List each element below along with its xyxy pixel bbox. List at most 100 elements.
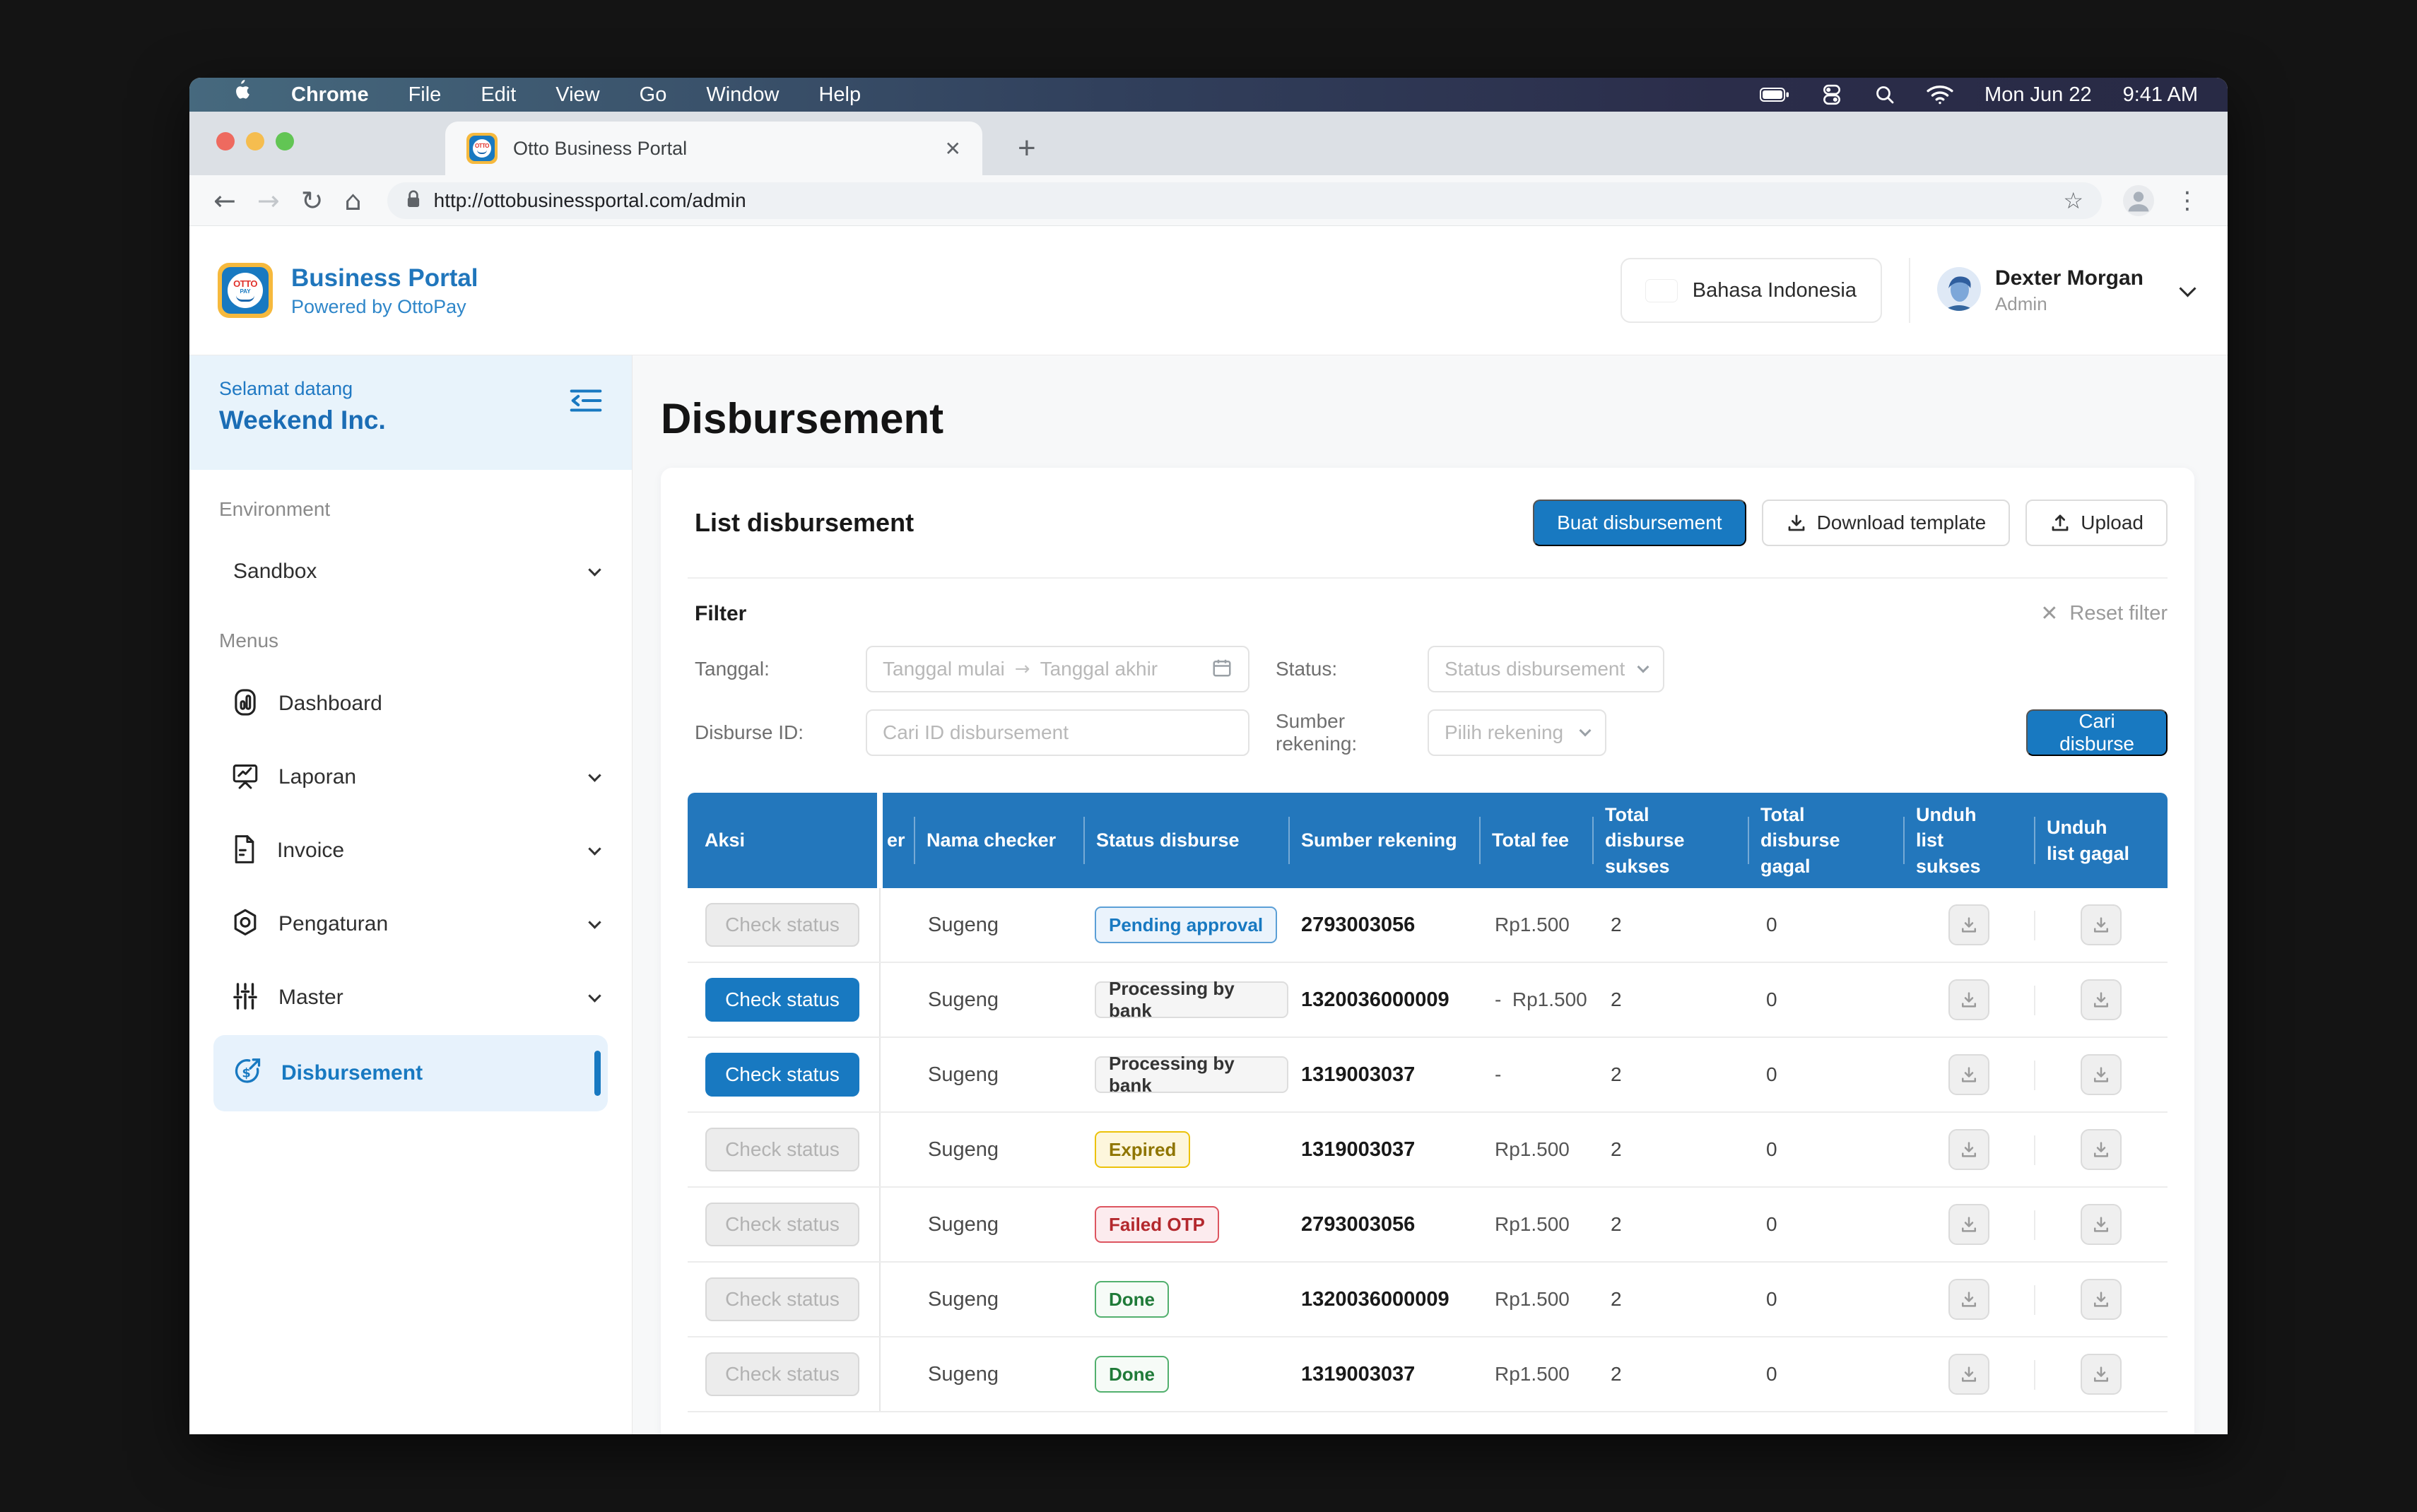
- new-tab-button[interactable]: +: [1018, 133, 1036, 164]
- column-header-total-fee: Total fee: [1479, 793, 1592, 888]
- environment-select[interactable]: Sandbox: [189, 550, 632, 593]
- filter-title: Filter: [695, 602, 746, 626]
- control-center-icon[interactable]: [1821, 83, 1843, 106]
- status-badge: Done: [1095, 1356, 1169, 1393]
- check-status-button[interactable]: Check status: [705, 1277, 859, 1321]
- bookmark-star-icon[interactable]: ☆: [2063, 187, 2083, 214]
- unduh-list-sukses-button[interactable]: [1948, 1279, 1989, 1320]
- download-icon: [1958, 989, 1980, 1010]
- column-header-status-disburse: Status disburse: [1083, 793, 1288, 888]
- sidebar-item-pengaturan[interactable]: Pengaturan: [189, 902, 632, 946]
- browser-tab[interactable]: OTTO Otto Business Portal ✕: [445, 122, 982, 175]
- total-fee-cell: - Rp1.500: [1479, 963, 1592, 1036]
- column-header-nama-checker: Nama checker: [914, 793, 1083, 888]
- menubar-item-help[interactable]: Help: [818, 83, 861, 107]
- maximize-window-button[interactable]: [276, 132, 294, 150]
- table-row: Check status Sugeng Failed OTP 279300305…: [688, 1188, 2168, 1263]
- menubar-date[interactable]: Mon Jun 22: [1984, 83, 2092, 107]
- status-badge: Processing by bank: [1095, 1056, 1288, 1093]
- unduh-list-sukses-button[interactable]: [1948, 979, 1989, 1020]
- close-window-button[interactable]: [216, 132, 235, 150]
- check-status-button[interactable]: Check status: [705, 1128, 859, 1171]
- sidebar-item-disbursement[interactable]: $ Disbursement: [213, 1035, 608, 1111]
- upload-button[interactable]: Upload: [2025, 500, 2168, 546]
- apple-icon[interactable]: [230, 80, 252, 110]
- brand: OTTOPAY Business Portal Powered by OttoP…: [218, 263, 478, 319]
- column-header-total-gagal: Total disburse gagal: [1748, 793, 1903, 888]
- status-select[interactable]: Status disbursement: [1428, 646, 1664, 692]
- disburse-id-input[interactable]: [866, 709, 1249, 756]
- url-text: http://ottobusinessportal.com/admin: [434, 189, 2051, 212]
- cari-disburse-button[interactable]: Cari disburse: [2026, 709, 2168, 756]
- download-template-button[interactable]: Download template: [1762, 500, 2011, 546]
- total-disburse-gagal-cell: 0: [1748, 888, 1903, 962]
- tanggal-label: Tanggal:: [695, 658, 866, 680]
- download-icon: [1958, 1214, 1980, 1235]
- sidebar-item-invoice[interactable]: Invoice: [189, 829, 632, 873]
- menubar-item-window[interactable]: Window: [706, 83, 779, 107]
- menubar-app-name[interactable]: Chrome: [291, 83, 369, 107]
- check-status-button[interactable]: Check status: [705, 1352, 859, 1396]
- sidebar-item-dashboard[interactable]: Dashboard: [189, 682, 632, 726]
- unduh-list-gagal-button[interactable]: [2081, 1129, 2122, 1170]
- unduh-list-gagal-button[interactable]: [2081, 1279, 2122, 1320]
- unduh-list-gagal-button[interactable]: [2081, 1204, 2122, 1245]
- nama-checker-cell: Sugeng: [914, 1188, 1083, 1261]
- unduh-list-gagal-button[interactable]: [2081, 1354, 2122, 1395]
- buat-disbursement-button[interactable]: Buat disbursement: [1533, 500, 1746, 546]
- reload-icon[interactable]: ↻: [301, 187, 324, 214]
- check-status-button[interactable]: Check status: [705, 978, 859, 1022]
- spotlight-search-icon[interactable]: [1874, 84, 1895, 105]
- minimize-window-button[interactable]: [246, 132, 264, 150]
- status-badge: Processing by bank: [1095, 981, 1288, 1018]
- check-status-button[interactable]: Check status: [705, 903, 859, 947]
- menubar-item-go[interactable]: Go: [640, 83, 667, 107]
- total-disburse-sukses-cell: 2: [1592, 963, 1748, 1036]
- sumber-rekening-select[interactable]: Pilih rekening: [1428, 709, 1606, 756]
- unduh-list-gagal-button[interactable]: [2081, 1054, 2122, 1095]
- upload-icon: [2050, 512, 2071, 533]
- unduh-list-sukses-button[interactable]: [1948, 1354, 1989, 1395]
- menubar-time[interactable]: 9:41 AM: [2123, 83, 2198, 107]
- sidebar-item-laporan[interactable]: Laporan: [189, 755, 632, 799]
- list-disbursement-card: List disbursement Buat disbursement Down…: [661, 468, 2194, 1434]
- back-icon[interactable]: ←: [213, 187, 236, 214]
- check-status-button[interactable]: Check status: [705, 1053, 859, 1097]
- check-status-button[interactable]: Check status: [705, 1203, 859, 1246]
- unduh-list-sukses-button[interactable]: [1948, 1129, 1989, 1170]
- unduh-list-sukses-button[interactable]: [1948, 904, 1989, 945]
- ottopay-logo: OTTOPAY: [218, 263, 273, 318]
- download-icon: [1958, 1364, 1980, 1385]
- unduh-list-gagal-button[interactable]: [2081, 979, 2122, 1020]
- total-disburse-gagal-cell: 0: [1748, 1263, 1903, 1336]
- browser-menu-icon[interactable]: ⋮: [2175, 187, 2199, 215]
- download-icon: [1958, 1289, 1980, 1310]
- menubar-item-edit[interactable]: Edit: [481, 83, 516, 107]
- unduh-list-sukses-button[interactable]: [1948, 1204, 1989, 1245]
- menubar-item-file[interactable]: File: [408, 83, 442, 107]
- sidebar-item-master[interactable]: Master: [189, 976, 632, 1020]
- nama-checker-cell: Sugeng: [914, 1263, 1083, 1336]
- wifi-icon[interactable]: [1927, 84, 1953, 105]
- address-bar[interactable]: http://ottobusinessportal.com/admin ☆: [387, 182, 2102, 219]
- download-icon: [2090, 1364, 2112, 1385]
- reset-filter-button[interactable]: ✕ Reset filter: [2040, 601, 2168, 626]
- main-content: Disbursement List disbursement Buat disb…: [633, 355, 2228, 1434]
- card-title: List disbursement: [695, 508, 914, 538]
- language-button[interactable]: Bahasa Indonesia: [1621, 258, 1882, 323]
- company-name: Weekend Inc.: [219, 406, 604, 435]
- unduh-list-gagal-button[interactable]: [2081, 904, 2122, 945]
- home-icon[interactable]: ⌂: [345, 187, 362, 214]
- sidebar-collapse-icon[interactable]: [570, 388, 602, 417]
- menubar-item-view[interactable]: View: [555, 83, 599, 107]
- sliders-icon: [230, 981, 260, 1015]
- user-menu[interactable]: Dexter Morgan Admin: [1937, 266, 2194, 315]
- profile-icon[interactable]: [2123, 185, 2154, 216]
- battery-icon[interactable]: [1760, 87, 1789, 102]
- tanggal-range-input[interactable]: Tanggal mulai → Tanggal akhir: [866, 646, 1249, 692]
- unduh-list-sukses-button[interactable]: [1948, 1054, 1989, 1095]
- forward-icon[interactable]: →: [257, 187, 280, 214]
- tab-close-icon[interactable]: ✕: [945, 137, 961, 160]
- total-fee-cell: Rp1.500: [1479, 888, 1592, 962]
- nama-checker-cell: Sugeng: [914, 1038, 1083, 1111]
